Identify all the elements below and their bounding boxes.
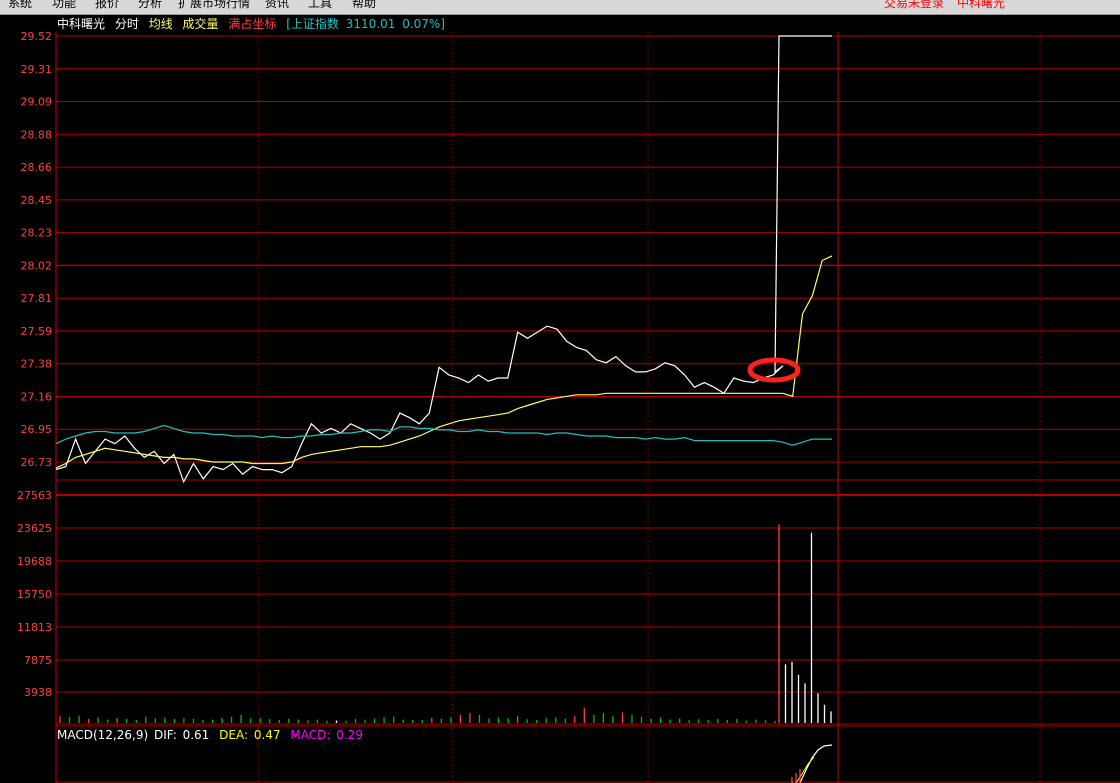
- volume-tick-label: 7875: [24, 654, 52, 667]
- price-tick-label: 29.52: [21, 30, 53, 43]
- dea-value: 0.47: [253, 728, 281, 742]
- price-line: [55, 35, 832, 484]
- price-tick-label: 28.88: [21, 128, 53, 141]
- volume-tick-label: 19688: [17, 555, 52, 568]
- price-tick-label: 28.02: [21, 259, 53, 272]
- price-tick-label: 28.66: [21, 161, 53, 174]
- volume-tick-label: 23625: [17, 522, 52, 535]
- price-axis: 29.52 29.31 29.09 28.88 28.66 28.45 28.23 28.02…: [21, 30, 53, 469]
- macd-legend: MACD(12,26,9) DIF: 0.61 DEA: 0.47 MACD: …: [57, 727, 365, 743]
- chart-grid: [55, 32, 1120, 783]
- macd-lines: [791, 744, 833, 783]
- price-tick-label: 28.45: [21, 194, 53, 207]
- volume-tick-label: 27563: [17, 489, 52, 502]
- price-tick-label: 26.95: [21, 423, 53, 436]
- price-tick-label: 26.73: [21, 456, 53, 469]
- dif-line: [799, 744, 833, 783]
- index-line: [55, 424, 832, 446]
- volume-axis: 27563 23625 19688 15750 11813 7875 3938: [17, 489, 52, 699]
- price-tick-label: 27.81: [21, 292, 53, 305]
- macd-value-label: MACD:: [290, 728, 331, 742]
- volume-bars: [59, 524, 832, 723]
- price-tick-label: 28.23: [21, 227, 53, 240]
- dea-line: [795, 756, 815, 783]
- annotation-circle: [747, 357, 801, 383]
- volume-tick-label: 3938: [24, 686, 52, 699]
- price-tick-label: 27.16: [21, 390, 53, 403]
- price-tick-label: 29.09: [21, 96, 53, 109]
- volume-tick-label: 15750: [17, 588, 52, 601]
- price-tick-label: 27.59: [21, 325, 53, 338]
- dif-value: 0.61: [182, 728, 210, 742]
- dea-label: DEA:: [219, 728, 249, 742]
- macd-value: 0.29: [336, 728, 363, 742]
- volume-tick-label: 11813: [17, 621, 52, 634]
- intraday-chart[interactable]: 29.52 29.31 29.09 28.88 28.66 28.45 28.23 28.02…: [0, 0, 1120, 783]
- price-lines: [55, 35, 833, 484]
- price-tick-label: 29.31: [21, 63, 53, 76]
- price-tick-label: 27.38: [21, 358, 53, 371]
- dif-label: DIF:: [153, 728, 177, 742]
- avg-line: [55, 255, 833, 469]
- macd-title[interactable]: MACD(12,26,9): [57, 728, 148, 742]
